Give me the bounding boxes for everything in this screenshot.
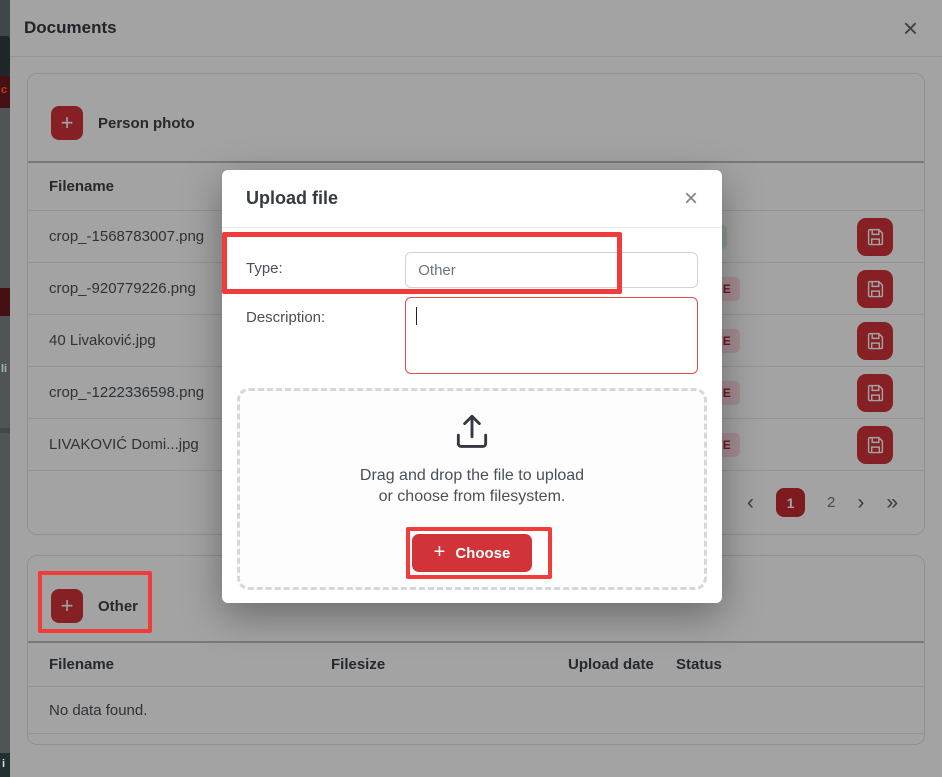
upload-dialog-title: Upload file [246, 188, 338, 209]
avatar [0, 36, 10, 78]
upload-dialog-header: Upload file × [222, 170, 722, 228]
background-partial-text: i [2, 758, 5, 770]
upload-dialog-close-icon[interactable]: × [684, 187, 698, 211]
background-partial-text: c [1, 84, 7, 96]
annotation-box-choose-button [406, 527, 552, 579]
annotation-box-type-field [222, 232, 622, 294]
background-partial-text: li [1, 363, 7, 375]
dropzone-instructions: Drag and drop the file to upload or choo… [360, 465, 584, 507]
text-cursor [416, 307, 417, 325]
description-field-row: Description: [246, 297, 698, 374]
annotation-box-add-other [38, 571, 152, 633]
upload-icon [449, 410, 495, 452]
description-label: Description: [246, 297, 405, 374]
description-textarea[interactable] [405, 297, 698, 374]
background-page-edge: c li i [0, 0, 10, 777]
